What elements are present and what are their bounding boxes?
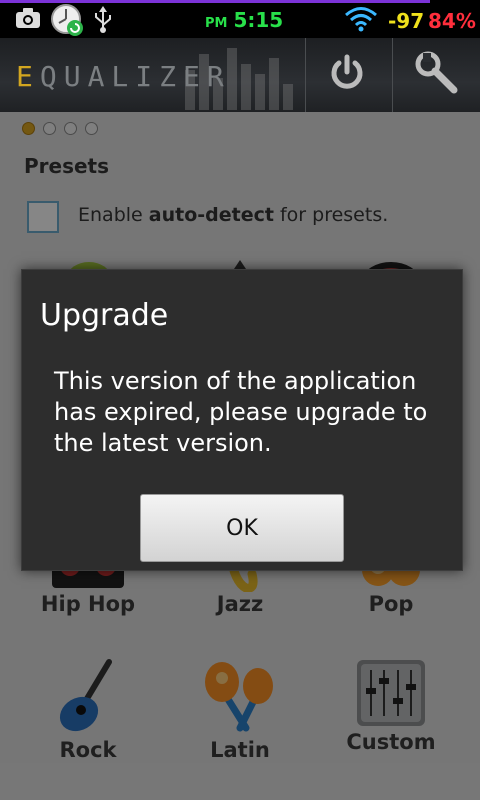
signal-strength: -97: [388, 9, 425, 33]
battery-level: 84%: [428, 9, 476, 33]
power-button[interactable]: [305, 38, 389, 112]
status-bar: PM 5:15 -97 84%: [0, 0, 480, 38]
usb-icon: [92, 5, 114, 37]
upgrade-dialog: Upgrade This version of the application …: [21, 269, 463, 571]
settings-wrench-icon: [415, 51, 459, 99]
app-header: EQUALIZER: [0, 38, 480, 112]
ok-button[interactable]: OK: [140, 494, 344, 562]
wifi-icon: [344, 6, 378, 36]
settings-button[interactable]: [395, 38, 479, 112]
app-title: EQUALIZER: [16, 60, 231, 93]
camera-icon: [14, 6, 42, 34]
clock: PM 5:15: [205, 8, 284, 32]
clock-sync-icon: [50, 3, 84, 41]
power-icon: [329, 54, 365, 96]
dialog-message: This version of the application has expi…: [54, 367, 428, 457]
header-divider: [392, 38, 393, 112]
dialog-title: Upgrade: [40, 298, 169, 333]
